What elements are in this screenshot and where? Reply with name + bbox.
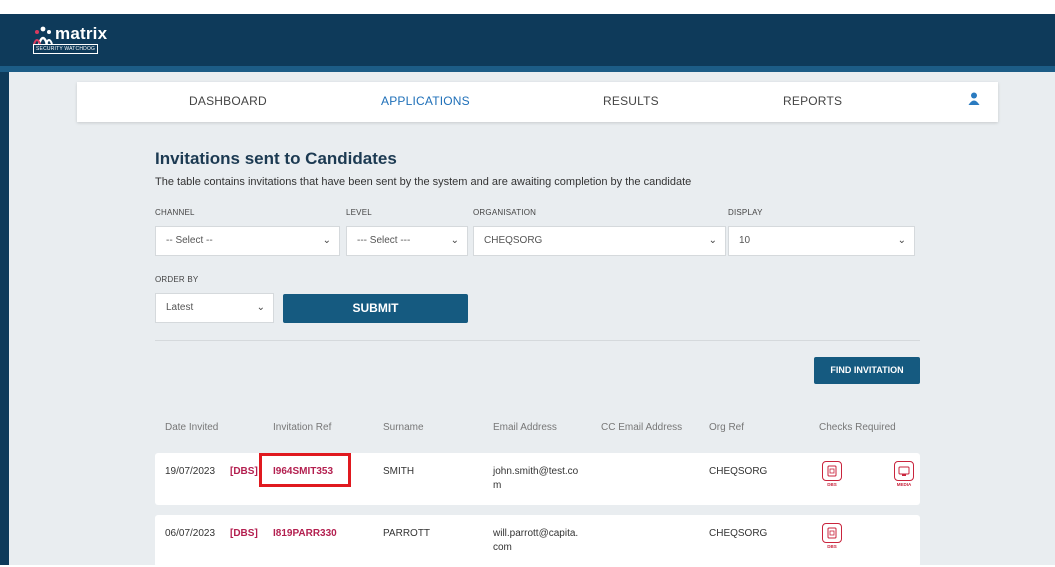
chevron-down-icon: ⌄ xyxy=(322,235,331,246)
email-line-1: will.parrott@capita. xyxy=(493,528,579,539)
check-label: DBS xyxy=(827,544,837,549)
channel-label: CHANNEL xyxy=(155,208,195,217)
channel-value: -- Select -- xyxy=(166,235,213,246)
main-content: Invitations sent to Candidates The table… xyxy=(77,128,998,567)
organisation-label: ORGANISATION xyxy=(473,208,537,217)
surname: PARROTT xyxy=(383,528,431,539)
column-header-surname: Surname xyxy=(383,422,424,433)
check-type-badge: [DBS] xyxy=(230,528,258,539)
nav-dashboard[interactable]: DASHBOARD xyxy=(189,94,267,108)
column-header-invitation-ref: Invitation Ref xyxy=(273,422,332,433)
email-address: john.smith@test.co m xyxy=(493,465,578,493)
level-value: --- Select --- xyxy=(357,235,411,246)
level-label: LEVEL xyxy=(346,208,372,217)
header-strip xyxy=(0,66,1055,72)
display-select[interactable]: 10 ⌄ xyxy=(728,226,915,256)
channel-select[interactable]: -- Select -- ⌄ xyxy=(155,226,340,256)
check-type-badge: [DBS] xyxy=(230,466,258,477)
level-select[interactable]: --- Select --- ⌄ xyxy=(346,226,468,256)
date-invited: 06/07/2023 xyxy=(165,528,216,539)
org-ref: CHEQSORG xyxy=(709,528,768,539)
column-header-checks-required: Checks Required xyxy=(819,422,896,433)
matrix-logo[interactable]: matrix SECURITY WATCHDOG xyxy=(33,24,123,58)
nav-reports[interactable]: REPORTS xyxy=(783,94,842,108)
people-logo-icon xyxy=(33,26,53,45)
organisation-select[interactable]: CHEQSORG ⌄ xyxy=(473,226,726,256)
invitation-ref-link[interactable]: I819PARR330 xyxy=(273,527,337,541)
brand-name: matrix xyxy=(55,24,108,43)
display-label: DISPLAY xyxy=(728,208,763,217)
check-label: MEDIA xyxy=(896,482,912,487)
display-value: 10 xyxy=(739,235,751,246)
chevron-down-icon: ⌄ xyxy=(256,302,265,313)
brand-tagline: SECURITY WATCHDOG xyxy=(33,44,99,54)
nav-results[interactable]: RESULTS xyxy=(603,94,659,108)
page-description: The table contains invitations that have… xyxy=(155,176,692,188)
invitation-ref-highlight-box xyxy=(259,453,351,487)
column-header-date-invited: Date Invited xyxy=(165,422,219,433)
surname: SMITH xyxy=(383,466,415,477)
order-by-value: Latest xyxy=(166,302,194,313)
media-check-button[interactable]: MEDIA xyxy=(893,461,915,487)
dbs-document-icon xyxy=(822,461,842,481)
organisation-value: CHEQSORG xyxy=(484,235,543,246)
dbs-check-button[interactable]: DBS xyxy=(821,523,843,549)
order-by-select[interactable]: Latest ⌄ xyxy=(155,293,274,323)
date-invited: 19/07/2023 xyxy=(165,466,216,477)
media-device-icon xyxy=(894,461,914,481)
column-header-email-address: Email Address xyxy=(493,422,557,433)
column-header-org-ref: Org Ref xyxy=(709,422,745,433)
email-line-2: com xyxy=(493,542,512,553)
user-account-icon[interactable] xyxy=(968,92,980,106)
check-label: DBS xyxy=(827,482,837,487)
divider xyxy=(155,340,920,341)
submit-button[interactable]: SUBMIT xyxy=(283,294,468,323)
nav-applications[interactable]: APPLICATIONS xyxy=(381,94,470,108)
email-line-2: m xyxy=(493,480,502,491)
dbs-check-button[interactable]: DBS xyxy=(821,461,843,487)
chevron-down-icon: ⌄ xyxy=(897,235,906,246)
left-edge-bar xyxy=(0,72,9,565)
org-ref: CHEQSORG xyxy=(709,466,768,477)
table-row[interactable]: 06/07/2023 [DBS] I819PARR330 PARROTT wil… xyxy=(155,515,920,567)
order-by-label: ORDER BY xyxy=(155,275,199,284)
dbs-document-icon xyxy=(822,523,842,543)
top-header-bar xyxy=(0,14,1055,66)
page-title: Invitations sent to Candidates xyxy=(155,149,397,168)
chevron-down-icon: ⌄ xyxy=(708,235,717,246)
find-invitation-button[interactable]: FIND INVITATION xyxy=(814,357,920,384)
main-navigation: DASHBOARD APPLICATIONS RESULTS REPORTS xyxy=(77,82,998,122)
chevron-down-icon: ⌄ xyxy=(450,235,459,246)
email-line-1: john.smith@test.co xyxy=(493,466,579,477)
email-address: will.parrott@capita. com xyxy=(493,527,578,555)
column-header-cc-email-address: CC Email Address xyxy=(601,422,683,433)
